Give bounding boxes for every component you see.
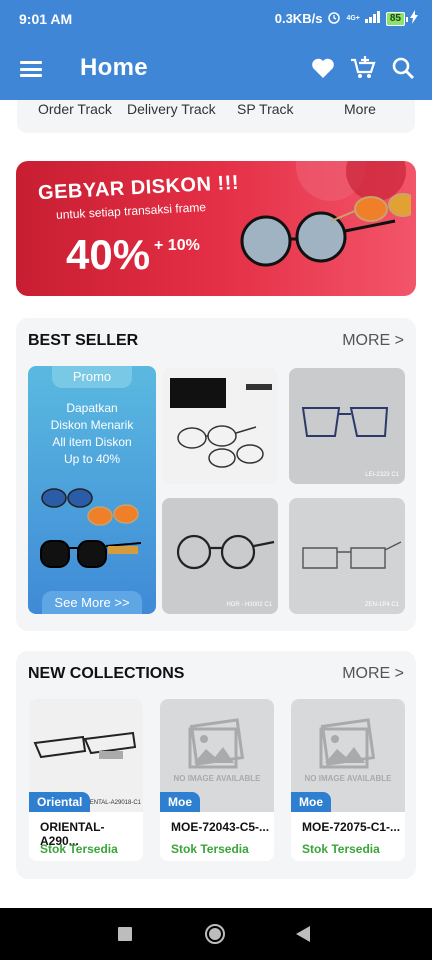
no-image-text: NO IMAGE AVAILABLE: [305, 774, 393, 783]
back-button[interactable]: [296, 926, 310, 947]
status-bar: 9:01 AM 0.3KB/s 4G+ 85: [0, 0, 432, 38]
promo-tile[interactable]: Promo Dapatkan Diskon Menarik All item D…: [28, 366, 156, 614]
best-seller-tile-3[interactable]: HOR - H3002 C1: [162, 498, 278, 614]
best-seller-tile-1[interactable]: [162, 368, 278, 484]
new-collections-section: NEW COLLECTIONS MORE > ORIENTAL-A29018-C…: [16, 651, 416, 879]
stock-status: Stok Tersedia: [171, 842, 249, 856]
product-card-2[interactable]: NO IMAGE AVAILABLE Moe MOE-72043-C5-... …: [160, 699, 274, 861]
status-time: 9:01 AM: [19, 11, 73, 27]
promo-tag: Promo: [52, 366, 132, 388]
quick-links: Order Track Delivery Track SP Track More: [17, 100, 415, 133]
promo-see-more-button[interactable]: See More >>: [42, 591, 142, 614]
product-card-3[interactable]: NO IMAGE AVAILABLE Moe MOE-72075-C1-... …: [291, 699, 405, 861]
best-seller-title: BEST SELLER: [28, 332, 139, 349]
brand-badge: Moe: [160, 792, 200, 812]
best-seller-section: BEST SELLER MORE > Promo Dapatkan Diskon…: [16, 318, 416, 631]
recents-button[interactable]: [118, 927, 132, 946]
product-image: [302, 541, 402, 569]
banner-extra-discount: + 10%: [154, 237, 200, 254]
signal-icon: [364, 11, 381, 26]
quick-link-sp-track[interactable]: SP Track: [237, 101, 294, 117]
system-nav-bar: [0, 908, 432, 960]
new-collections-title: NEW COLLECTIONS: [28, 665, 185, 682]
product-code: HOR - H3002 C1: [226, 602, 272, 608]
stock-status: Stok Tersedia: [302, 842, 380, 856]
product-name: MOE-72043-C5-...: [171, 820, 270, 834]
best-seller-more-link[interactable]: MORE >: [342, 332, 404, 350]
best-seller-tile-4[interactable]: ZEN-1P4 C1: [289, 498, 405, 614]
network-type: 4G+: [346, 15, 360, 22]
promo-text: Dapatkan Diskon Menarik All item Diskon …: [50, 401, 134, 466]
banner-subtitle: untuk setiap transaksi frame: [55, 200, 207, 222]
charging-icon: [410, 10, 418, 27]
battery-icon: 85: [385, 11, 409, 26]
no-image-text: NO IMAGE AVAILABLE: [174, 774, 262, 783]
heart-icon[interactable]: [310, 54, 336, 82]
brand-badge: Moe: [291, 792, 331, 812]
new-collections-more-link[interactable]: MORE >: [342, 665, 404, 683]
quick-link-more[interactable]: More: [344, 101, 376, 117]
product-image: [170, 378, 272, 468]
best-seller-tile-2[interactable]: LEI-2323 C1: [289, 368, 405, 484]
app-bar-actions: [310, 54, 416, 82]
banner-discount: 40%: [66, 231, 151, 278]
product-card-1[interactable]: ORIENTAL-A29018-C1 Oriental ORIENTAL-A29…: [29, 699, 143, 861]
product-code: LEI-2323 C1: [365, 472, 399, 478]
cart-add-icon[interactable]: [350, 54, 376, 82]
network-speed: 0.3KB/s: [274, 11, 323, 26]
product-code: ZEN-1P4 C1: [364, 602, 399, 608]
app-bar: Home: [0, 38, 432, 100]
search-icon[interactable]: [390, 54, 416, 82]
product-image: [301, 407, 389, 437]
menu-icon[interactable]: [20, 61, 42, 77]
alarm-icon: [327, 10, 341, 27]
status-right: 0.3KB/s 4G+ 85: [275, 10, 418, 27]
banner-glasses-image: [240, 193, 411, 267]
product-image: [176, 534, 275, 570]
brand-badge: Oriental: [29, 792, 91, 812]
banner-headline: GEBYAR DISKON !!!: [37, 171, 240, 205]
product-name: MOE-72075-C1-...: [302, 820, 401, 834]
stock-status: Stok Tersedia: [40, 842, 118, 856]
page-title: Home: [80, 54, 148, 81]
quick-link-order-track[interactable]: Order Track: [38, 101, 112, 117]
quick-link-delivery-track[interactable]: Delivery Track: [127, 101, 216, 117]
home-button[interactable]: [204, 923, 226, 950]
promo-sunglasses-image: [40, 488, 142, 568]
promo-banner[interactable]: GEBYAR DISKON !!! untuk setiap transaksi…: [16, 161, 416, 296]
